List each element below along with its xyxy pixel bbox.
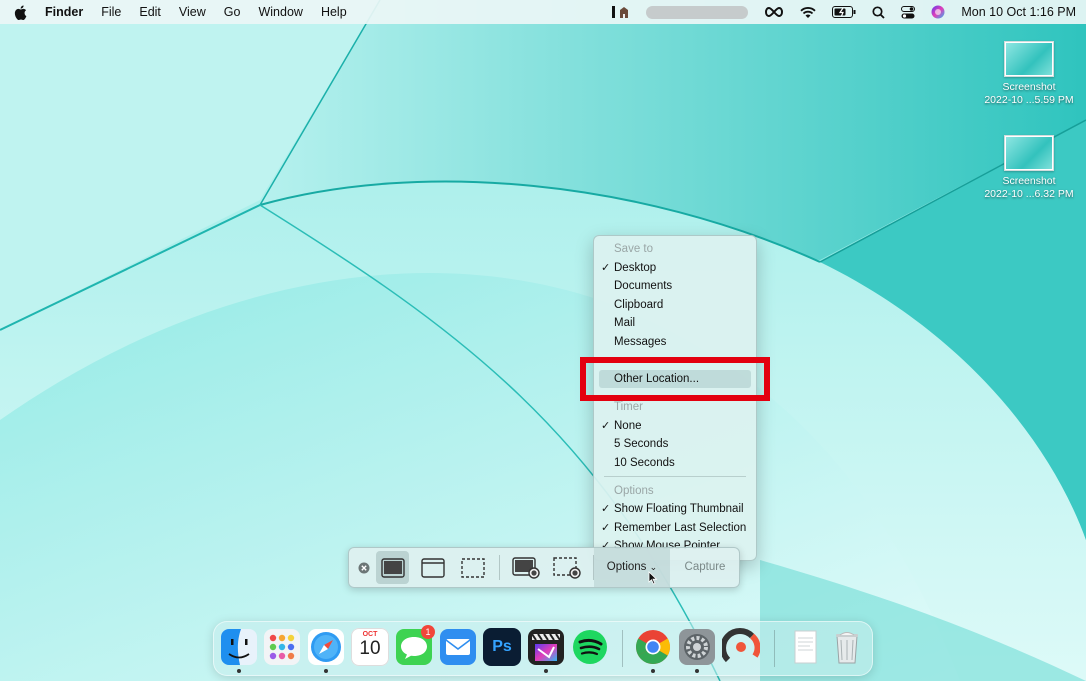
wifi-icon[interactable] (800, 6, 816, 19)
menu-header-save-to: Save to (614, 243, 653, 255)
menu-item-mail[interactable]: Mail (594, 314, 756, 332)
messages-notification-badge: 1 (421, 625, 435, 639)
finder-app-icon[interactable] (220, 628, 258, 666)
safari-app-icon[interactable] (307, 628, 345, 666)
window-icon (420, 557, 445, 578)
menu-separator (604, 476, 746, 477)
file-name: Screenshot (1002, 81, 1056, 93)
control-center-icon[interactable] (901, 5, 916, 19)
menu-item-timer-10-seconds[interactable]: 10 Seconds (594, 454, 756, 472)
screenshot-thumbnail (1004, 41, 1054, 77)
menu-item-label: Show Floating Thumbnail (614, 503, 744, 515)
record-entire-screen-button[interactable] (508, 551, 544, 584)
trash-icon[interactable] (828, 628, 866, 666)
menu-view[interactable]: View (179, 5, 206, 19)
file-name: Screenshot (1002, 175, 1056, 187)
menu-item-documents[interactable]: Documents (594, 277, 756, 295)
menu-item-messages[interactable]: Messages (594, 333, 756, 351)
entire-screen-icon (380, 557, 405, 578)
system-preferences-app-icon[interactable] (678, 628, 716, 666)
capture-selection-button[interactable] (456, 551, 489, 584)
checkmark-icon: ✓ (601, 262, 611, 274)
desktop-file-screenshot-2[interactable]: Screenshot 2022-10 ...6.32 PM (977, 135, 1081, 201)
dock: OCT 10 1 Ps (213, 621, 873, 676)
menu-edit[interactable]: Edit (139, 5, 161, 19)
options-button[interactable]: Options ⌄ (594, 548, 670, 587)
menu-bar: Finder File Edit View Go Window Help Mon… (0, 0, 1086, 24)
file-date: 2022-10 ...5.59 PM (984, 94, 1074, 106)
spotify-app-icon[interactable] (571, 628, 609, 666)
checkmark-icon: ✓ (601, 522, 611, 534)
dock-divider (774, 630, 775, 667)
menu-item-remember-last-selection[interactable]: ✓ Remember Last Selection (594, 519, 756, 537)
menu-item-timer-5-seconds[interactable]: 5 Seconds (594, 435, 756, 453)
capture-window-button[interactable] (416, 551, 449, 584)
running-indicator (651, 669, 655, 673)
calendar-month: OCT (362, 631, 378, 638)
launchpad-app-icon[interactable] (263, 628, 301, 666)
infinity-icon[interactable] (764, 6, 784, 18)
menu-item-label: 5 Seconds (614, 438, 669, 450)
record-selection-icon (553, 556, 581, 579)
final-cut-pro-app-icon[interactable] (527, 628, 565, 666)
battery-icon[interactable] (832, 6, 856, 18)
dock-divider (622, 630, 623, 667)
menu-item-show-floating-thumbnail[interactable]: ✓ Show Floating Thumbnail (594, 500, 756, 518)
close-toolbar-button[interactable] (355, 551, 373, 584)
apple-logo-icon[interactable] (14, 4, 27, 20)
screenshot-thumbnail (1004, 135, 1054, 171)
file-date: 2022-10 ...6.32 PM (984, 188, 1074, 200)
menu-item-label: Messages (614, 336, 667, 348)
menu-window[interactable]: Window (258, 5, 302, 19)
selection-icon (460, 557, 485, 578)
menu-header-options: Options (614, 485, 654, 497)
blurred-status-item (646, 5, 749, 19)
calendar-app-icon[interactable]: OCT 10 (351, 628, 389, 666)
siri-icon[interactable] (931, 5, 945, 19)
photoshop-app-icon[interactable]: Ps (483, 628, 521, 666)
menu-item-label: Remember Last Selection (614, 522, 747, 534)
chrome-app-icon[interactable] (634, 628, 672, 666)
checkmark-icon: ✓ (601, 420, 611, 432)
menu-item-label: 10 Seconds (614, 457, 675, 469)
document-stack-icon[interactable] (786, 628, 824, 666)
menu-item-label: Mail (614, 317, 636, 329)
running-indicator (237, 669, 241, 673)
menu-item-timer-none[interactable]: ✓ None (594, 417, 756, 435)
menu-item-label: Documents (614, 280, 673, 292)
menu-go[interactable]: Go (224, 5, 241, 19)
toolbar-divider (499, 555, 500, 580)
menu-file[interactable]: File (101, 5, 121, 19)
menu-item-label: Clipboard (614, 299, 664, 311)
status-bar-icon[interactable] (612, 5, 630, 19)
desktop-file-screenshot-1[interactable]: Screenshot 2022-10 ...5.59 PM (977, 41, 1081, 107)
menu-item-desktop[interactable]: ✓ Desktop (594, 259, 756, 277)
record-screen-icon (512, 556, 540, 579)
mouse-cursor-icon (648, 571, 658, 585)
menu-help[interactable]: Help (321, 5, 347, 19)
menu-item-label: Desktop (614, 262, 657, 274)
highlight-annotation-box (580, 357, 770, 401)
record-selection-button[interactable] (549, 551, 585, 584)
checkmark-icon: ✓ (601, 503, 611, 515)
close-icon (358, 562, 370, 573)
options-label: Options (606, 561, 647, 573)
running-indicator (544, 669, 548, 673)
spotlight-search-icon[interactable] (872, 5, 885, 19)
mail-app-icon[interactable] (439, 628, 477, 666)
desktop: Finder File Edit View Go Window Help Mon… (0, 0, 1086, 681)
capture-button[interactable]: Capture (671, 548, 739, 587)
calendar-day: 10 (359, 638, 381, 659)
menu-bar-clock[interactable]: Mon 10 Oct 1:16 PM (961, 5, 1076, 19)
capture-entire-screen-button[interactable] (376, 551, 409, 584)
menu-app-finder[interactable]: Finder (45, 5, 83, 19)
menu-item-clipboard[interactable]: Clipboard (594, 296, 756, 314)
screen-recorder-app-icon[interactable] (722, 628, 760, 666)
menu-item-label: None (614, 420, 642, 432)
running-indicator (695, 669, 699, 673)
screenshot-toolbar: Options ⌄ Capture (348, 547, 740, 588)
running-indicator (324, 669, 328, 673)
